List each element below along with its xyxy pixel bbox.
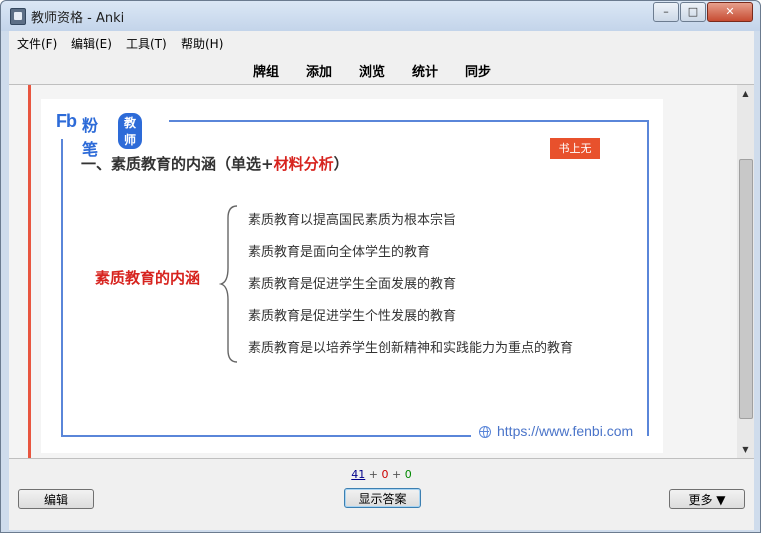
more-button[interactable]: 更多 ▼: [669, 489, 745, 509]
close-button[interactable]: ✕: [707, 2, 753, 22]
frame-line-left: [61, 139, 63, 436]
menu-tools[interactable]: 工具(T): [126, 35, 167, 52]
scroll-up-icon[interactable]: ▲: [737, 85, 754, 102]
card-left-bar: [28, 85, 31, 458]
list-item: 素质教育是以培养学生创新精神和实践能力为重点的教育: [248, 341, 574, 356]
count-separator: +: [392, 468, 402, 481]
learning-count: 0: [381, 468, 389, 481]
list-item: 素质教育是促进学生个性发展的教育: [248, 309, 457, 324]
menu-edit[interactable]: 编辑(E): [71, 35, 112, 52]
review-count: 0: [404, 468, 412, 481]
show-answer-button[interactable]: 显示答案: [344, 488, 421, 508]
frame-line-bottom: [61, 435, 471, 437]
logo-mark: Fb: [56, 111, 77, 131]
toolbar-browse[interactable]: 浏览: [359, 61, 385, 80]
menu-bar: 文件(F) 编辑(E) 工具(T) 帮助(H): [9, 31, 754, 53]
card-image: Fb 粉笔 教师 一、素质教育的内涵（单选+材料分析） 书上无 素质教育的内涵 …: [41, 99, 663, 453]
new-count: 41: [351, 468, 366, 481]
main-area: 文件(F) 编辑(E) 工具(T) 帮助(H) 牌组 添加 浏览 统计 同步 F…: [9, 31, 754, 530]
list-item: 素质教育是面向全体学生的教育: [248, 245, 431, 260]
globe-icon: [479, 426, 491, 438]
toolbar-sync[interactable]: 同步: [465, 61, 491, 80]
top-toolbar: 牌组 添加 浏览 统计 同步: [9, 53, 754, 85]
frame-line-right: [647, 120, 649, 436]
toolbar-decks[interactable]: 牌组: [253, 61, 279, 80]
menu-file[interactable]: 文件(F): [17, 35, 57, 52]
due-counts: 41 + 0 + 0: [9, 468, 754, 481]
minimize-button[interactable]: –: [653, 2, 679, 22]
frame-line-top: [169, 120, 647, 122]
logo-badge: 教师: [118, 113, 143, 149]
brace-icon: [219, 205, 238, 363]
menu-help[interactable]: 帮助(H): [181, 35, 223, 52]
toolbar-stats[interactable]: 统计: [412, 61, 438, 80]
maximize-button[interactable]: □: [680, 2, 706, 22]
toolbar-add[interactable]: 添加: [306, 61, 332, 80]
heading-part-2: ）: [333, 155, 349, 173]
scrollbar-thumb[interactable]: [739, 159, 753, 419]
review-bottom-bar: 41 + 0 + 0 编辑 显示答案 更多 ▼: [9, 458, 754, 530]
count-separator: +: [368, 468, 378, 481]
list-item: 素质教育是促进学生全面发展的教育: [248, 277, 457, 292]
anki-window: 教师资格 - Anki – □ ✕ 文件(F) 编辑(E) 工具(T) 帮助(H…: [0, 0, 761, 533]
card-heading: 一、素质教育的内涵（单选+材料分析）: [81, 153, 349, 174]
heading-highlight: 材料分析: [273, 155, 334, 173]
window-title: 教师资格 - Anki: [31, 11, 125, 26]
source-url: https://www.fenbi.com: [497, 423, 634, 439]
anki-app-icon: [10, 8, 26, 25]
edit-button[interactable]: 编辑: [18, 489, 94, 509]
card-view: Fb 粉笔 教师 一、素质教育的内涵（单选+材料分析） 书上无 素质教育的内涵 …: [9, 85, 754, 458]
not-in-book-tag: 书上无: [550, 138, 600, 159]
concept-label: 素质教育的内涵: [95, 269, 201, 287]
scroll-down-icon[interactable]: ▼: [737, 441, 754, 458]
heading-part-1: 一、素质教育的内涵（单选+: [81, 155, 274, 173]
title-bar[interactable]: 教师资格 - Anki – □ ✕: [1, 1, 760, 31]
vertical-scrollbar[interactable]: ▲ ▼: [737, 85, 754, 458]
list-item: 素质教育以提高国民素质为根本宗旨: [248, 213, 457, 228]
